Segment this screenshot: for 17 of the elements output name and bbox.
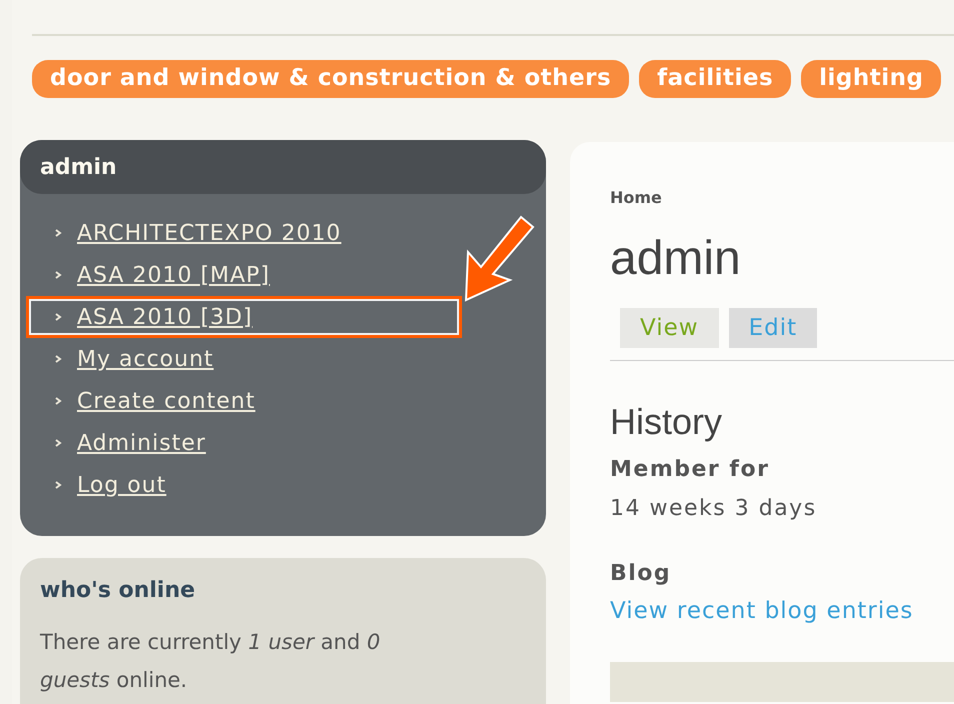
menu-link[interactable]: Log out bbox=[77, 472, 166, 498]
menu-link[interactable]: Create content bbox=[77, 388, 256, 414]
panel-title: admin bbox=[40, 154, 117, 180]
breadcrumb[interactable]: Home bbox=[610, 188, 954, 207]
menu-link[interactable]: Administer bbox=[77, 430, 206, 456]
field-value: 14 weeks 3 days bbox=[610, 496, 818, 521]
blog-link[interactable]: View recent blog entries bbox=[610, 598, 954, 624]
panel-title: who's online bbox=[40, 578, 196, 603]
online-text: There are currently 1 user and 0 guests online. bbox=[40, 629, 382, 694]
section-title: History bbox=[610, 401, 724, 443]
menu-link[interactable]: ASA 2010 [MAP] bbox=[77, 262, 270, 288]
field-label: Member for bbox=[610, 457, 770, 482]
page-title: admin bbox=[610, 231, 742, 286]
field-label: Blog bbox=[610, 561, 672, 586]
menu-link[interactable]: ASA 2010 [3D] bbox=[77, 304, 253, 330]
menu-link[interactable]: ARCHITECTEXPO 2010 bbox=[77, 220, 342, 246]
menu-link[interactable]: My account bbox=[77, 346, 214, 372]
